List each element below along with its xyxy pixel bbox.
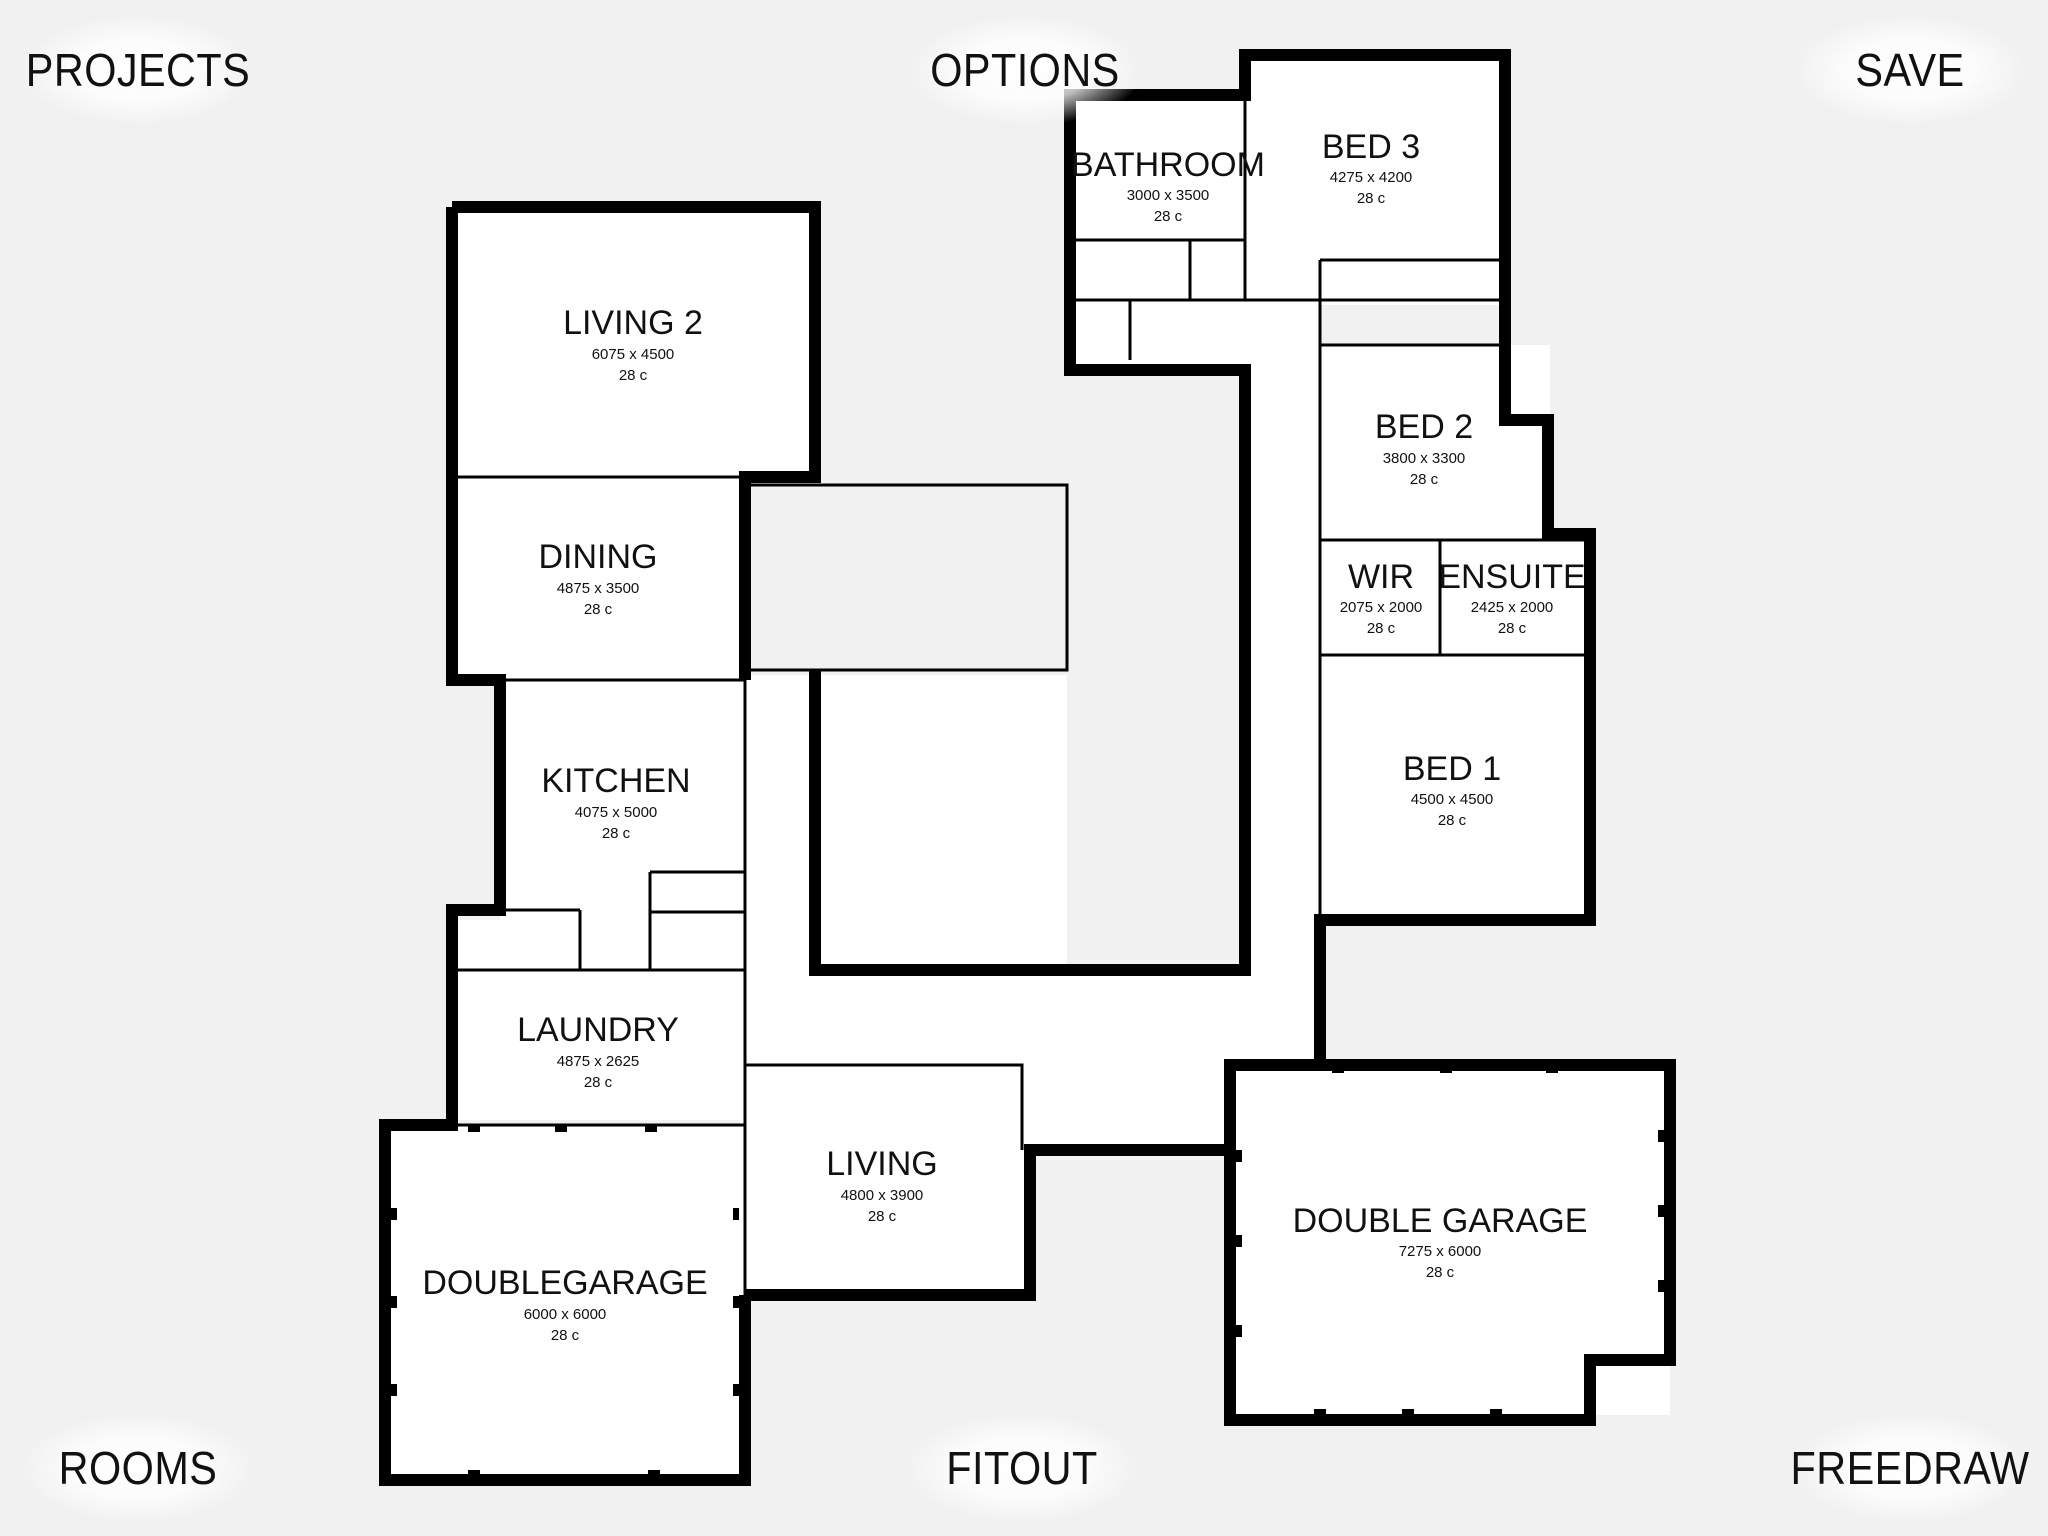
room-laundry-name: LAUNDRY [517, 1011, 679, 1049]
projects-button[interactable]: PROJECTS [21, 15, 255, 125]
room-kitchen-name: KITCHEN [541, 762, 690, 800]
room-bathroom-name: BATHROOM [1071, 146, 1265, 184]
room-dining-dims: 4875 x 3500 [557, 580, 640, 597]
rooms-button[interactable]: ROOMS [21, 1413, 255, 1523]
room-bed3-dims: 4275 x 4200 [1330, 169, 1413, 186]
room-wir-name: WIR [1348, 558, 1414, 596]
floor-plan-canvas[interactable]: LIVING 2 6075 x 4500 28 c DINING 4875 x … [0, 0, 2048, 1536]
room-kitchen-dims: 4075 x 5000 [575, 804, 658, 821]
room-living2-ceiling: 28 c [619, 367, 648, 384]
room-bathroom-ceiling: 28 c [1154, 208, 1183, 225]
room-living-dims: 4800 x 3900 [841, 1187, 924, 1204]
room-living2-name: LIVING 2 [563, 304, 703, 342]
options-button[interactable]: OPTIONS [908, 15, 1142, 125]
room-wir-ceiling: 28 c [1367, 620, 1396, 637]
room-bathroom-dims: 3000 x 3500 [1127, 187, 1210, 204]
room-bed2-ceiling: 28 c [1410, 471, 1439, 488]
room-ensuite-ceiling: 28 c [1498, 620, 1527, 637]
room-wir-dims: 2075 x 2000 [1340, 599, 1423, 616]
room-living2-dims: 6075 x 4500 [592, 346, 675, 363]
room-laundry-dims: 4875 x 2625 [557, 1053, 640, 1070]
room-bed2-dims: 3800 x 3300 [1383, 450, 1466, 467]
room-bed2-name: BED 2 [1375, 408, 1473, 446]
room-laundry-ceiling: 28 c [584, 1074, 613, 1091]
room-bed3-ceiling: 28 c [1357, 190, 1386, 207]
room-living-ceiling: 28 c [868, 1208, 897, 1225]
room-dining-name: DINING [539, 538, 658, 576]
room-bed1-ceiling: 28 c [1438, 812, 1467, 829]
room-doublegarage-right-dims: 7275 x 6000 [1399, 1243, 1482, 1260]
room-ensuite-dims: 2425 x 2000 [1471, 599, 1554, 616]
room-kitchen-ceiling: 28 c [602, 825, 631, 842]
room-doublegarage-right-ceiling: 28 c [1426, 1264, 1455, 1281]
fitout-button[interactable]: FITOUT [905, 1413, 1139, 1523]
room-dining-ceiling: 28 c [584, 601, 613, 618]
room-doublegarage-left-dims: 6000 x 6000 [524, 1306, 607, 1323]
room-doublegarage-left-name: DOUBLEGARAGE [422, 1264, 707, 1302]
room-bed3-name: BED 3 [1322, 128, 1420, 166]
save-button[interactable]: SAVE [1793, 15, 2027, 125]
room-doublegarage-right-name: DOUBLE GARAGE [1293, 1202, 1588, 1240]
room-living-name: LIVING [826, 1145, 937, 1183]
room-bed1-name: BED 1 [1403, 750, 1501, 788]
room-doublegarage-left-ceiling: 28 c [551, 1327, 580, 1344]
freedraw-button[interactable]: FREEDRAW [1791, 1413, 2029, 1523]
room-ensuite-name: ENSUITE [1438, 558, 1585, 596]
room-bed1-dims: 4500 x 4500 [1411, 791, 1494, 808]
